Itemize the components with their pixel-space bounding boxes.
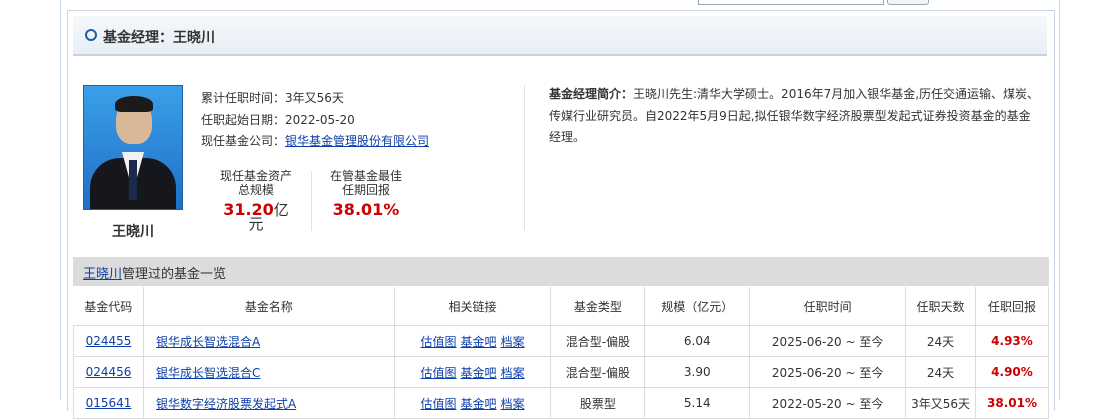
tenure-row: 累计任职时间：3年又56天 bbox=[201, 89, 344, 106]
fund-size: 6.04 bbox=[644, 325, 751, 357]
tenure-label: 累计任职时间： bbox=[201, 91, 286, 105]
fund-list-title: 管理过的基金一览 bbox=[122, 267, 227, 282]
best-return-stat: 在管基金最佳 任期回报 38.01% bbox=[326, 169, 406, 219]
fund-name-link[interactable]: 银华成长智选混合C bbox=[156, 366, 260, 380]
fund-code-link[interactable]: 024456 bbox=[86, 365, 132, 379]
fund-type: 股票型 bbox=[550, 387, 646, 419]
fund-profile-link[interactable]: 档案 bbox=[501, 335, 525, 349]
page-frame: 基金经理：王晓川 王晓川 累计任职时间：3年又56天 任职起始日期：2022-0… bbox=[60, 0, 1060, 419]
manager-name-link[interactable]: 王晓川 bbox=[83, 267, 122, 282]
fund-name-link[interactable]: 银华数字经济股票发起式A bbox=[156, 397, 296, 411]
column-header: 基金代码 bbox=[73, 287, 144, 326]
top-search-input[interactable] bbox=[698, 0, 884, 5]
panel-header: 基金经理：王晓川 bbox=[73, 16, 1047, 56]
tenure-days: 3年又56天 bbox=[905, 387, 976, 419]
intro-divider bbox=[524, 85, 525, 230]
fund-list-header: 王晓川管理过的基金一览 bbox=[73, 257, 1049, 286]
valuation-chart-link[interactable]: 估值图 bbox=[421, 397, 457, 411]
tenure-days: 24天 bbox=[905, 356, 976, 388]
total-assets-label-2: 总规模 bbox=[237, 183, 274, 197]
tenure-days: 24天 bbox=[905, 325, 976, 357]
fund-forum-link[interactable]: 基金吧 bbox=[461, 335, 497, 349]
fund-size: 3.90 bbox=[644, 356, 751, 388]
fund-size: 5.14 bbox=[644, 387, 751, 419]
column-header: 任职回报 bbox=[975, 287, 1050, 326]
company-row: 现任基金公司：银华基金管理股份有限公司 bbox=[201, 132, 429, 149]
start-date-row: 任职起始日期：2022-05-20 bbox=[201, 111, 355, 128]
manager-name: 王晓川 bbox=[112, 224, 154, 240]
company-link[interactable]: 银华基金管理股份有限公司 bbox=[285, 134, 429, 148]
valuation-chart-link[interactable]: 估值图 bbox=[421, 366, 457, 380]
tenure-period: 2025-06-20 ~ 至今 bbox=[749, 325, 907, 357]
best-return-label-1: 在管基金最佳 bbox=[329, 169, 402, 183]
valuation-chart-link[interactable]: 估值图 bbox=[421, 335, 457, 349]
column-header: 相关链接 bbox=[394, 287, 552, 326]
manager-photo bbox=[83, 85, 183, 210]
fund-type: 混合型-偏股 bbox=[550, 356, 646, 388]
total-assets-stat: 现任基金资产 总规模 31.20亿元 bbox=[216, 169, 296, 232]
table-header-row: 基金代码 基金名称 相关链接 基金类型 规模（亿元） 任职时间 任职天数 任职回… bbox=[73, 287, 1050, 326]
company-label: 现任基金公司： bbox=[201, 134, 286, 148]
fund-profile-link[interactable]: 档案 bbox=[501, 397, 525, 411]
fund-forum-link[interactable]: 基金吧 bbox=[461, 366, 497, 380]
stat-divider bbox=[311, 171, 312, 231]
column-header: 任职时间 bbox=[749, 287, 907, 326]
column-header: 基金类型 bbox=[550, 287, 646, 326]
top-search-button[interactable] bbox=[887, 0, 929, 5]
fund-type: 混合型-偏股 bbox=[550, 325, 646, 357]
manager-intro: 基金经理简介：王晓川先生:清华大学硕士。2016年7月加入银华基金,历任交通运输… bbox=[549, 84, 1041, 149]
fund-table: 基金代码 基金名称 相关链接 基金类型 规模（亿元） 任职时间 任职天数 任职回… bbox=[73, 287, 1050, 419]
column-header: 规模（亿元） bbox=[644, 287, 751, 326]
tenure-period: 2025-06-20 ~ 至今 bbox=[749, 356, 907, 388]
table-row: 015641 银华数字经济股票发起式A 估值图 基金吧 档案 股票型 5.14 20… bbox=[73, 387, 1050, 419]
tenure-return: 4.90% bbox=[974, 356, 1050, 388]
tenure-period: 2022-05-20 ~ 至今 bbox=[749, 387, 907, 419]
fund-code-link[interactable]: 015641 bbox=[86, 396, 132, 410]
start-date-label: 任职起始日期： bbox=[201, 113, 286, 127]
manager-panel: 基金经理：王晓川 王晓川 累计任职时间：3年又56天 任职起始日期：2022-0… bbox=[67, 10, 1055, 419]
intro-label: 基金经理简介： bbox=[549, 87, 634, 101]
tenure-value: 3年又56天 bbox=[285, 91, 344, 105]
tenure-return: 38.01% bbox=[974, 387, 1050, 419]
column-header: 任职天数 bbox=[905, 287, 976, 326]
fund-profile-link[interactable]: 档案 bbox=[501, 366, 525, 380]
best-return-label-2: 任期回报 bbox=[341, 183, 390, 197]
page-title: 基金经理：王晓川 bbox=[103, 30, 215, 46]
fund-forum-link[interactable]: 基金吧 bbox=[461, 397, 497, 411]
circle-bullet-icon bbox=[85, 29, 97, 41]
start-date-value: 2022-05-20 bbox=[285, 113, 355, 127]
tenure-return: 4.93% bbox=[974, 325, 1050, 357]
column-header: 基金名称 bbox=[143, 287, 395, 326]
total-assets-label-1: 现任基金资产 bbox=[219, 169, 292, 183]
fund-name-link[interactable]: 银华成长智选混合A bbox=[156, 335, 260, 349]
table-row: 024456 银华成长智选混合C 估值图 基金吧 档案 混合型-偏股 3.90 20… bbox=[73, 356, 1050, 388]
fund-code-link[interactable]: 024455 bbox=[86, 334, 132, 348]
table-row: 024455 银华成长智选混合A 估值图 基金吧 档案 混合型-偏股 6.04 20… bbox=[73, 325, 1050, 357]
best-return-value: 38.01% bbox=[332, 200, 400, 219]
